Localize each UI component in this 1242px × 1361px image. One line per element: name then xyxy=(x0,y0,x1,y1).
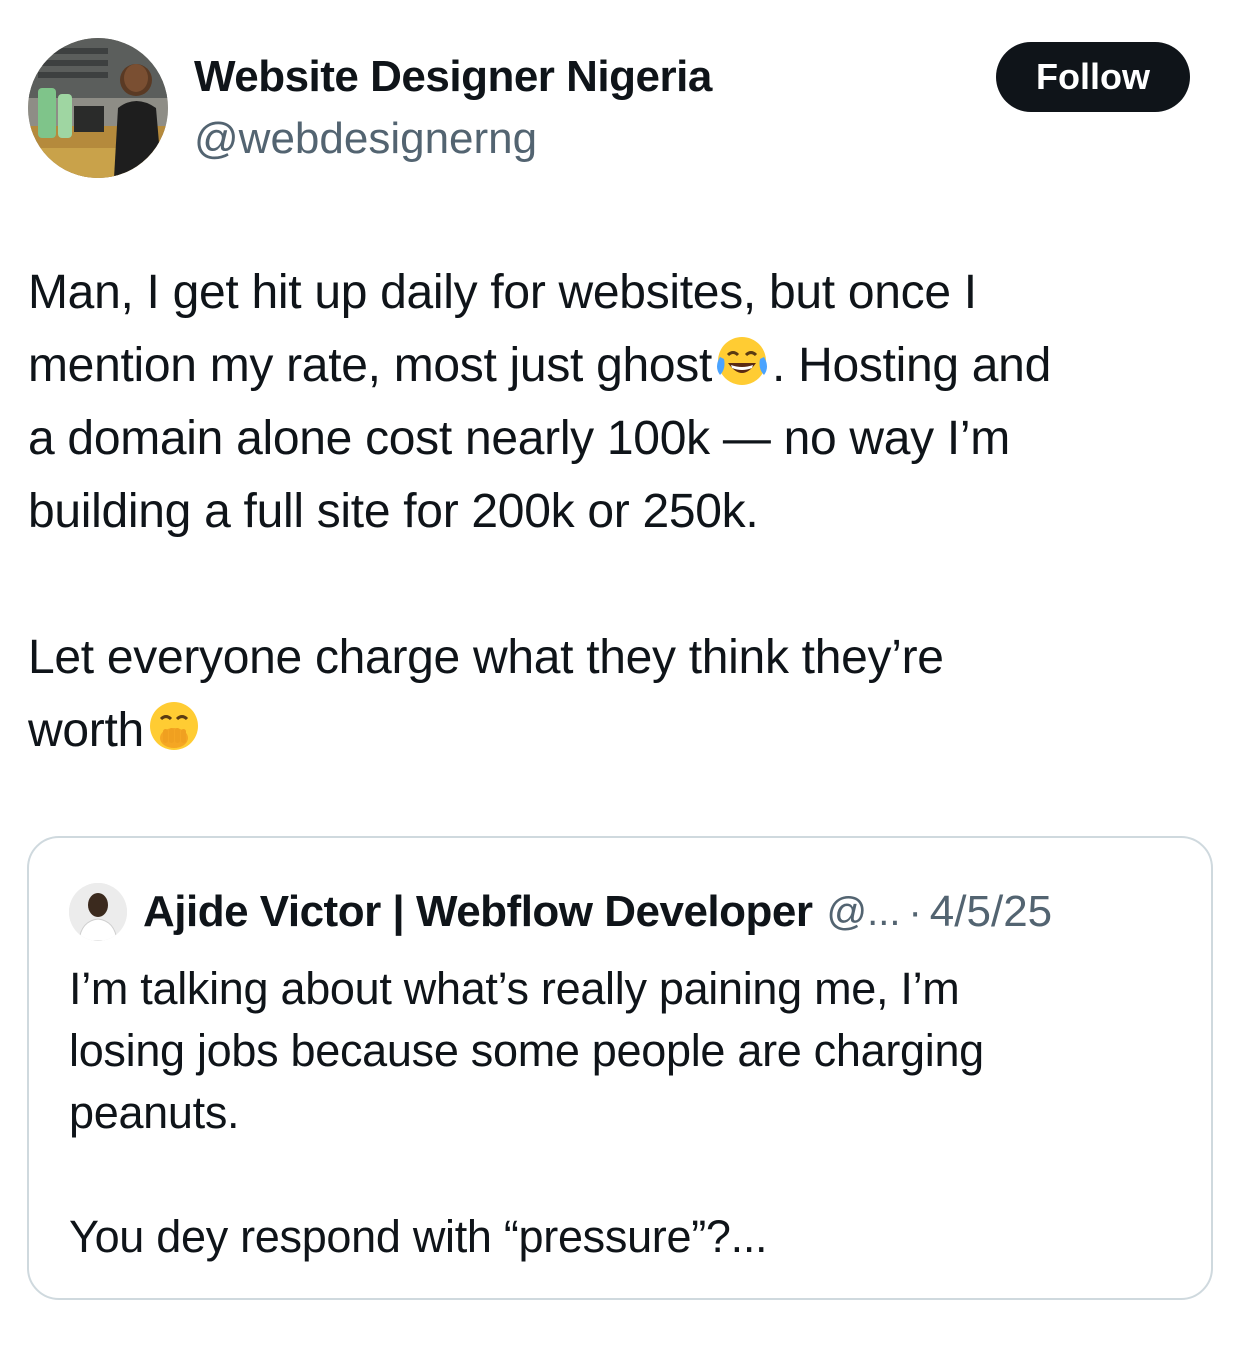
tweet-line: Let everyone charge what they think they… xyxy=(28,621,1214,694)
face-with-tears-of-joy-icon xyxy=(714,333,770,389)
quoted-tweet-text: I’m talking about what’s really paining … xyxy=(69,958,1169,1268)
face-with-hand-over-mouth-icon xyxy=(146,698,202,754)
quote-line: peanuts. xyxy=(69,1087,240,1138)
tweet-line: mention my rate, most just ghost . Hosti… xyxy=(28,329,1214,402)
quoted-author-avatar-image xyxy=(69,883,127,941)
tweet-line-text: a domain alone cost nearly 100k — no way… xyxy=(28,412,1010,465)
tweet-line-text: mention my rate, most just ghost xyxy=(28,339,713,392)
quoted-tweet-card[interactable]: Ajide Victor | Webflow Developer @... · … xyxy=(27,836,1213,1300)
tweet-line-text: Let everyone charge what they think they… xyxy=(28,631,944,684)
quote-line: losing jobs because some people are char… xyxy=(69,1025,984,1076)
tweet-line: building a full site for 200k or 250k. xyxy=(28,475,1214,548)
tweet-line-text: . Hosting and xyxy=(772,339,1051,392)
tweet-line-text: worth xyxy=(28,704,144,757)
tweet-line: Man, I get hit up daily for websites, bu… xyxy=(28,256,1214,329)
quoted-author-name: Ajide Victor | Webflow Developer xyxy=(143,887,813,936)
tweet-line-text: building a full site for 200k or 250k. xyxy=(28,485,759,538)
quote-line: You dey respond with “pressure”?... xyxy=(69,1211,768,1262)
tweet-line: a domain alone cost nearly 100k — no way… xyxy=(28,402,1214,475)
quoted-tweet-date: 4/5/25 xyxy=(929,887,1053,936)
quoted-author-avatar xyxy=(69,883,127,941)
author-avatar[interactable] xyxy=(28,38,168,178)
tweet-text: Man, I get hit up daily for websites, bu… xyxy=(28,256,1214,767)
quote-line: I’m talking about what’s really paining … xyxy=(69,963,960,1014)
author-name[interactable]: Website Designer Nigeria xyxy=(194,52,712,102)
separator-dot: · xyxy=(908,889,922,934)
quoted-tweet-header: Ajide Victor | Webflow Developer @... · … xyxy=(69,882,1052,942)
tweet-line: worth xyxy=(28,694,1214,767)
author-avatar-image xyxy=(28,38,168,178)
tweet-line-text: Man, I get hit up daily for websites, bu… xyxy=(28,266,977,319)
follow-button[interactable]: Follow xyxy=(996,42,1190,112)
quoted-author-handle: @... xyxy=(826,889,901,934)
author-handle[interactable]: @webdesignerng xyxy=(194,114,537,164)
tweet-header: Website Designer Nigeria @webdesignerng … xyxy=(28,38,1214,180)
